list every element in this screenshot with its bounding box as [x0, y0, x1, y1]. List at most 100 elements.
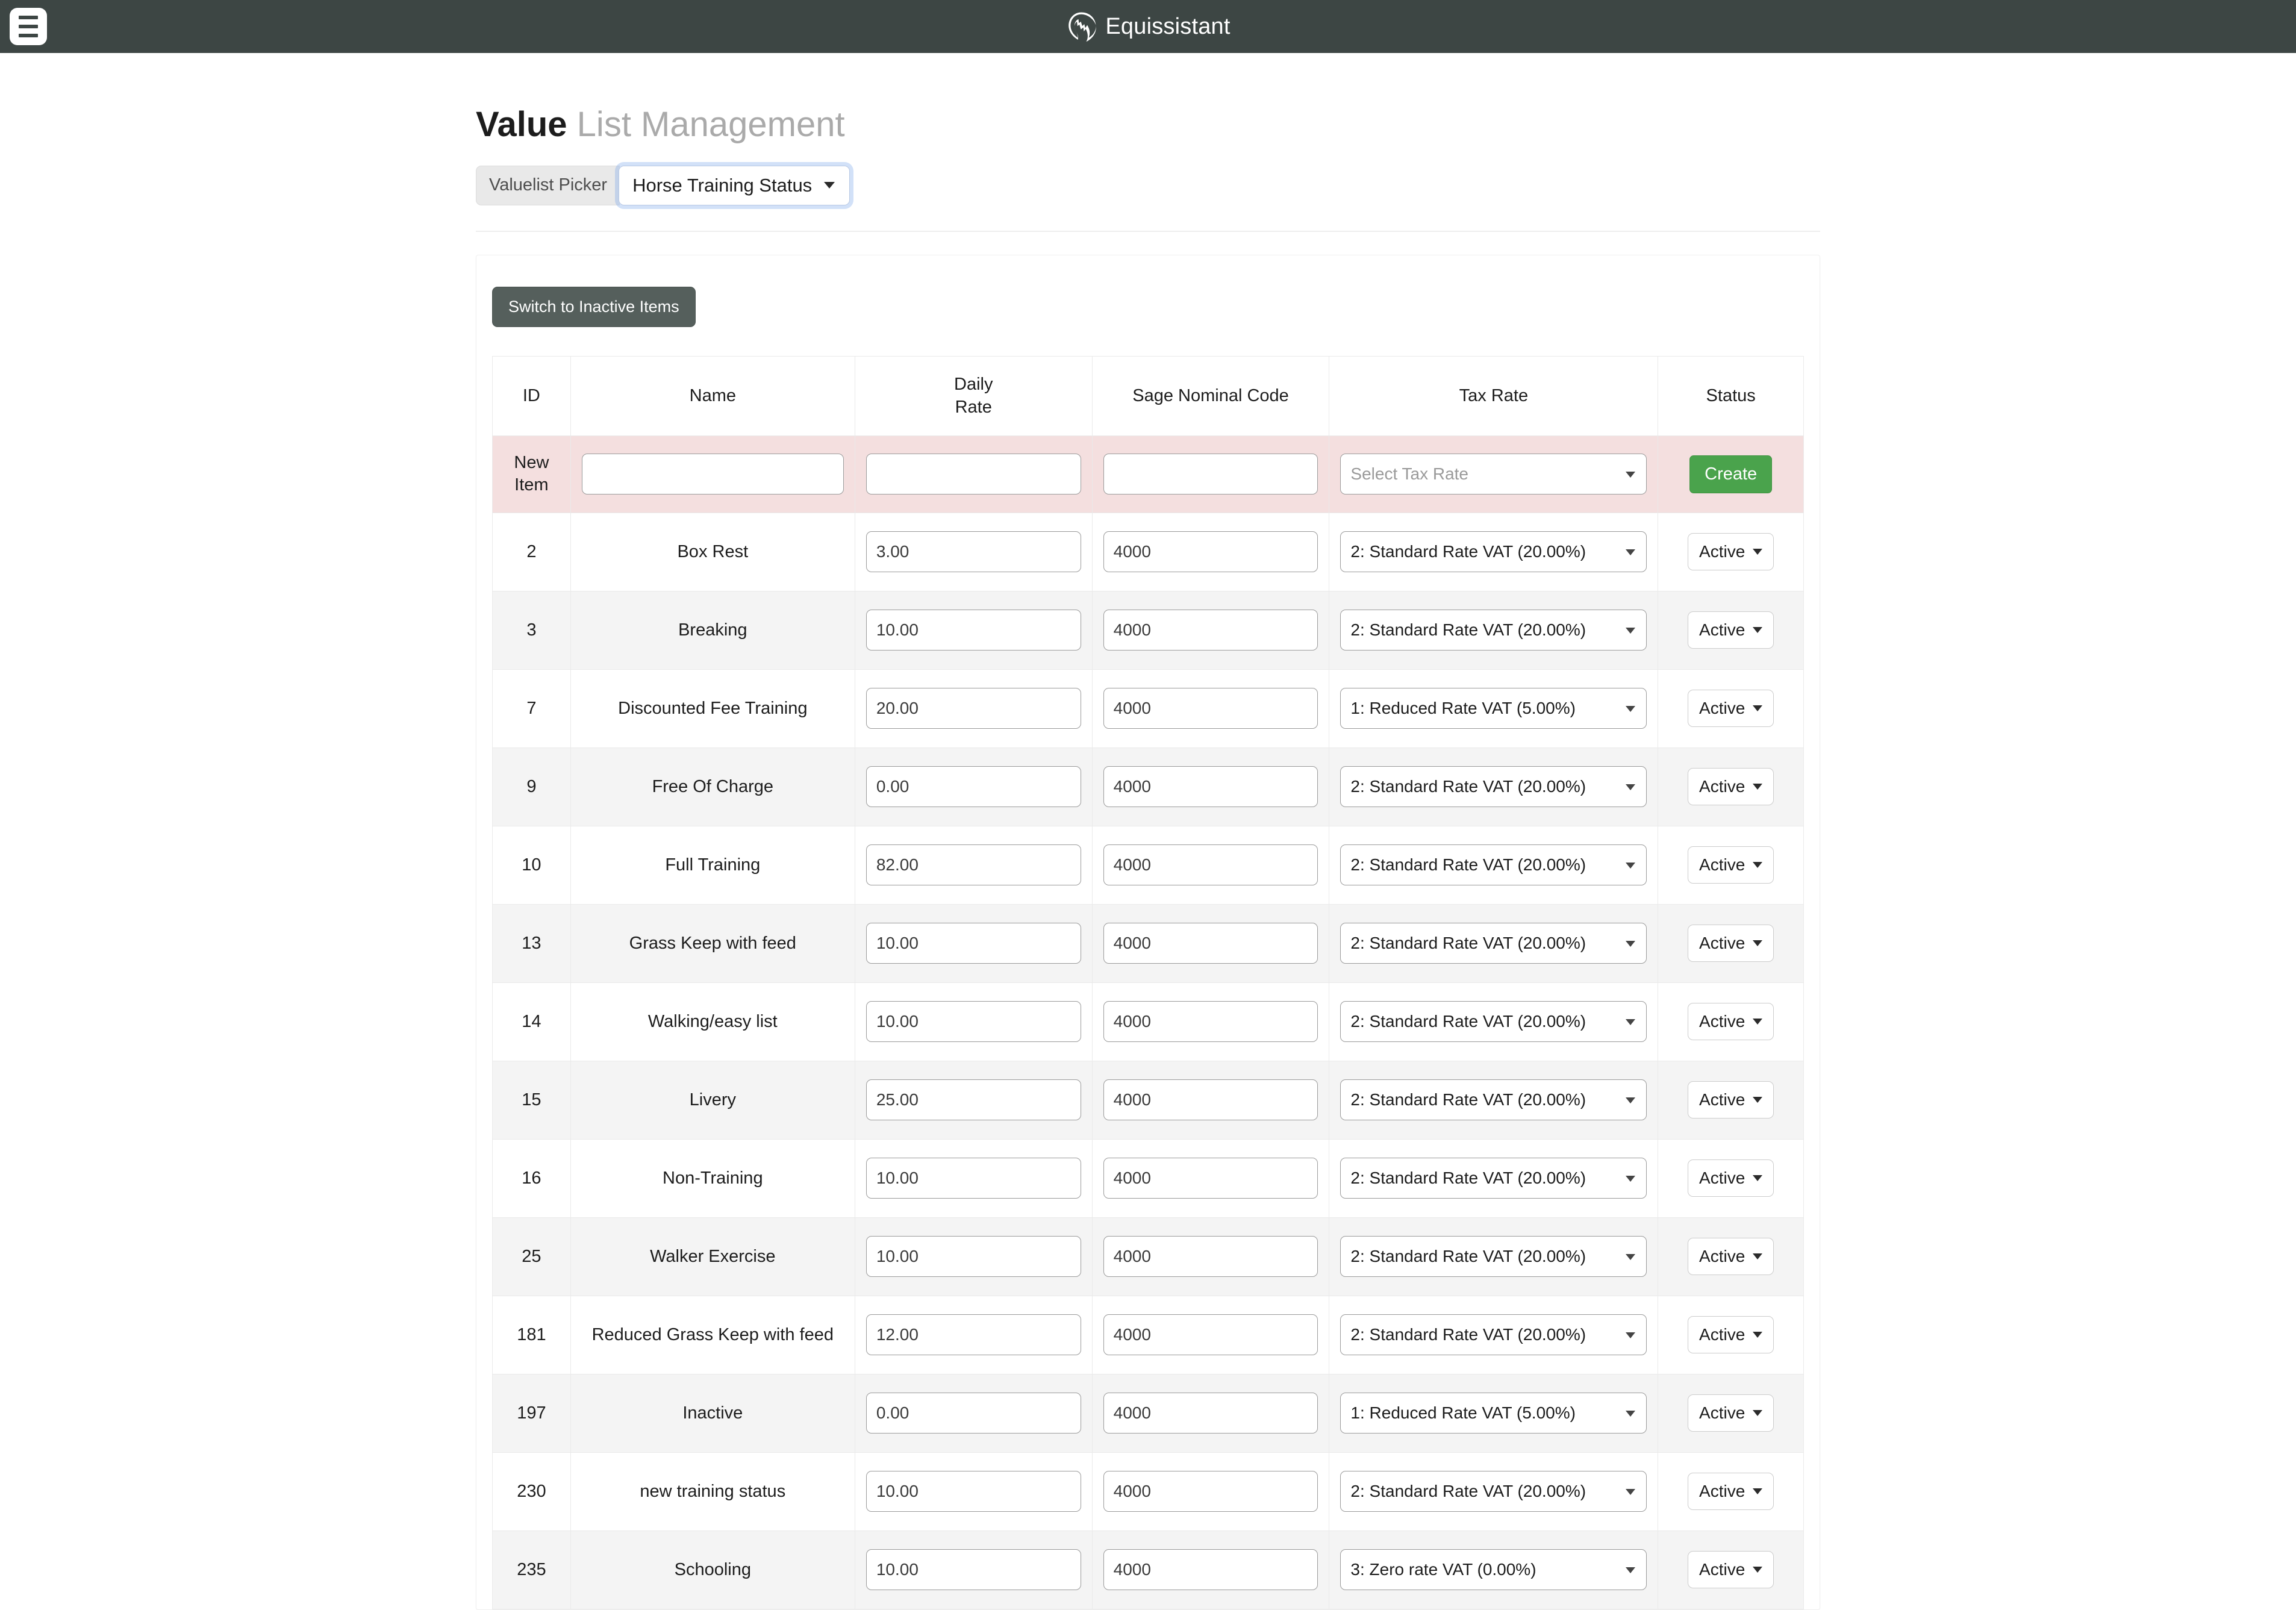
row-status-cell: Active [1658, 1295, 1804, 1374]
row-daily-rate-input[interactable] [866, 844, 1081, 886]
row-daily-rate-input[interactable] [866, 1236, 1081, 1278]
row-status-button[interactable]: Active [1688, 1081, 1774, 1119]
row-sage-nominal-code-input[interactable] [1103, 844, 1318, 886]
row-daily-rate-input[interactable] [866, 1471, 1081, 1512]
row-status-label: Active [1699, 855, 1745, 875]
row-tax-rate-value: 2: Standard Rate VAT (20.00%) [1350, 1012, 1586, 1031]
row-sage-nominal-code-input[interactable] [1103, 1001, 1318, 1043]
row-daily-rate-input[interactable] [866, 1079, 1081, 1121]
row-status-button[interactable]: Active [1688, 533, 1774, 571]
valuelist-picker-select[interactable]: Horse Training Status [619, 165, 850, 205]
row-sage-nominal-code-input[interactable] [1103, 1314, 1318, 1356]
row-sage-nominal-code-input[interactable] [1103, 531, 1318, 573]
row-status-button[interactable]: Active [1688, 1238, 1774, 1276]
row-tax-rate-select[interactable]: 2: Standard Rate VAT (20.00%) [1340, 1079, 1647, 1121]
row-tax-rate-wrap: 2: Standard Rate VAT (20.00%) [1329, 1158, 1658, 1199]
row-tax-rate-value: 2: Standard Rate VAT (20.00%) [1350, 934, 1586, 953]
row-sage-nominal-code-input[interactable] [1103, 610, 1318, 651]
chevron-down-icon [1753, 1097, 1763, 1103]
row-status-button[interactable]: Active [1688, 846, 1774, 884]
row-daily-rate-input[interactable] [866, 1158, 1081, 1199]
row-status-button[interactable]: Active [1688, 1473, 1774, 1511]
row-daily-rate-input[interactable] [866, 1001, 1081, 1043]
row-daily-rate-input[interactable] [866, 1393, 1081, 1434]
table-row: 15Livery 2: Standard Rate VAT (20.00%) Act… [492, 1060, 1804, 1140]
row-sage-nominal-code-input[interactable] [1103, 1158, 1318, 1199]
row-tax-rate-select[interactable]: 2: Standard Rate VAT (20.00%) [1340, 610, 1647, 651]
row-name-cell: Free Of Charge [570, 747, 855, 826]
chevron-down-icon [1753, 1332, 1763, 1338]
row-daily-rate-input[interactable] [866, 1549, 1081, 1591]
row-status-button[interactable]: Active [1688, 611, 1774, 649]
row-daily-rate-input[interactable] [866, 688, 1081, 729]
row-tax-rate-select[interactable]: 2: Standard Rate VAT (20.00%) [1340, 531, 1647, 573]
table-head: ID Name Daily Rate Sage Nominal Code Tax… [492, 355, 1804, 436]
row-tax-rate-select[interactable]: 2: Standard Rate VAT (20.00%) [1340, 844, 1647, 886]
chevron-down-icon [1753, 1253, 1763, 1260]
row-name-cell: Walker Exercise [570, 1217, 855, 1296]
row-status-button[interactable]: Active [1688, 1003, 1774, 1041]
row-tax-rate-cell: 2: Standard Rate VAT (20.00%) [1329, 512, 1659, 591]
row-sage-nominal-code-input[interactable] [1103, 688, 1318, 729]
row-daily-rate-input[interactable] [866, 923, 1081, 964]
row-sage-nominal-code-input[interactable] [1103, 766, 1318, 808]
table-row: 9Free Of Charge 2: Standard Rate VAT (20.… [492, 747, 1804, 826]
row-daily-rate-input[interactable] [866, 1314, 1081, 1356]
new-item-sage-nominal-code-input[interactable] [1103, 454, 1318, 495]
row-tax-rate-select[interactable]: 1: Reduced Rate VAT (5.00%) [1340, 1393, 1647, 1434]
chevron-down-icon [1626, 1332, 1636, 1339]
row-status-button[interactable]: Active [1688, 1551, 1774, 1589]
row-tax-rate-select[interactable]: 1: Reduced Rate VAT (5.00%) [1340, 688, 1647, 729]
row-tax-rate-select[interactable]: 3: Zero rate VAT (0.00%) [1340, 1549, 1647, 1591]
column-header-sage-nominal-code: Sage Nominal Code [1091, 355, 1330, 436]
row-sage-nominal-code-input[interactable] [1103, 1079, 1318, 1121]
row-tax-rate-select[interactable]: 2: Standard Rate VAT (20.00%) [1340, 923, 1647, 964]
brand[interactable]: Equissistant [1065, 11, 1230, 42]
row-status-label: Active [1699, 934, 1745, 953]
row-tax-rate-wrap: 2: Standard Rate VAT (20.00%) [1329, 1471, 1658, 1512]
switch-to-inactive-items-button[interactable]: Switch to Inactive Items [492, 286, 696, 327]
row-status-button[interactable]: Active [1688, 1394, 1774, 1432]
row-status-label: Active [1699, 620, 1745, 640]
row-status-button[interactable]: Active [1688, 690, 1774, 728]
row-daily-rate-input[interactable] [866, 766, 1081, 808]
row-sage-nominal-code-input[interactable] [1103, 1236, 1318, 1278]
row-sage-nominal-code-input[interactable] [1103, 1471, 1318, 1512]
row-tax-rate-select[interactable]: 2: Standard Rate VAT (20.00%) [1340, 1471, 1647, 1512]
table-row: 3Breaking 2: Standard Rate VAT (20.00%) Ac… [492, 590, 1804, 670]
row-status-button[interactable]: Active [1688, 768, 1774, 806]
row-daily-rate-cell [854, 1217, 1093, 1296]
brand-name: Equissistant [1105, 13, 1231, 39]
new-item-daily-rate-input[interactable] [866, 454, 1081, 495]
new-item-tax-rate-select[interactable]: Select Tax Rate [1340, 454, 1647, 495]
row-daily-rate-cell [854, 512, 1093, 591]
create-button[interactable]: Create [1689, 455, 1773, 493]
new-item-rate-cell [854, 435, 1093, 513]
hamburger-bar [19, 25, 38, 28]
hamburger-bar [19, 16, 38, 19]
row-tax-rate-select[interactable]: 2: Standard Rate VAT (20.00%) [1340, 1158, 1647, 1199]
table-row: 235Schooling 3: Zero rate VAT (0.00%) Acti… [492, 1530, 1804, 1609]
row-daily-rate-input[interactable] [866, 531, 1081, 573]
row-tax-rate-wrap: 3: Zero rate VAT (0.00%) [1329, 1549, 1658, 1591]
row-sage-nominal-code-input[interactable] [1103, 1393, 1318, 1434]
row-tax-rate-value: 2: Standard Rate VAT (20.00%) [1350, 620, 1586, 640]
row-status-cell: Active [1658, 1217, 1804, 1296]
row-status-button[interactable]: Active [1688, 1316, 1774, 1354]
hamburger-menu-icon[interactable] [10, 8, 47, 45]
row-tax-rate-cell: 1: Reduced Rate VAT (5.00%) [1329, 669, 1659, 748]
row-tax-rate-select[interactable]: 2: Standard Rate VAT (20.00%) [1340, 766, 1647, 808]
row-id-cell: 181 [492, 1295, 571, 1374]
row-sage-nominal-code-input[interactable] [1103, 1549, 1318, 1591]
row-sage-nominal-code-input[interactable] [1103, 923, 1318, 964]
row-tax-rate-select[interactable]: 2: Standard Rate VAT (20.00%) [1340, 1236, 1647, 1278]
row-tax-rate-select[interactable]: 2: Standard Rate VAT (20.00%) [1340, 1314, 1647, 1356]
row-status-button[interactable]: Active [1688, 925, 1774, 963]
row-daily-rate-input[interactable] [866, 610, 1081, 651]
chevron-down-icon [1753, 1567, 1763, 1573]
row-tax-rate-select[interactable]: 2: Standard Rate VAT (20.00%) [1340, 1001, 1647, 1043]
new-item-name-input[interactable] [581, 454, 844, 495]
row-status-button[interactable]: Active [1688, 1159, 1774, 1197]
page-container: Value List Management Valuelist Picker H… [476, 105, 1820, 1610]
chevron-down-icon [1626, 863, 1636, 869]
